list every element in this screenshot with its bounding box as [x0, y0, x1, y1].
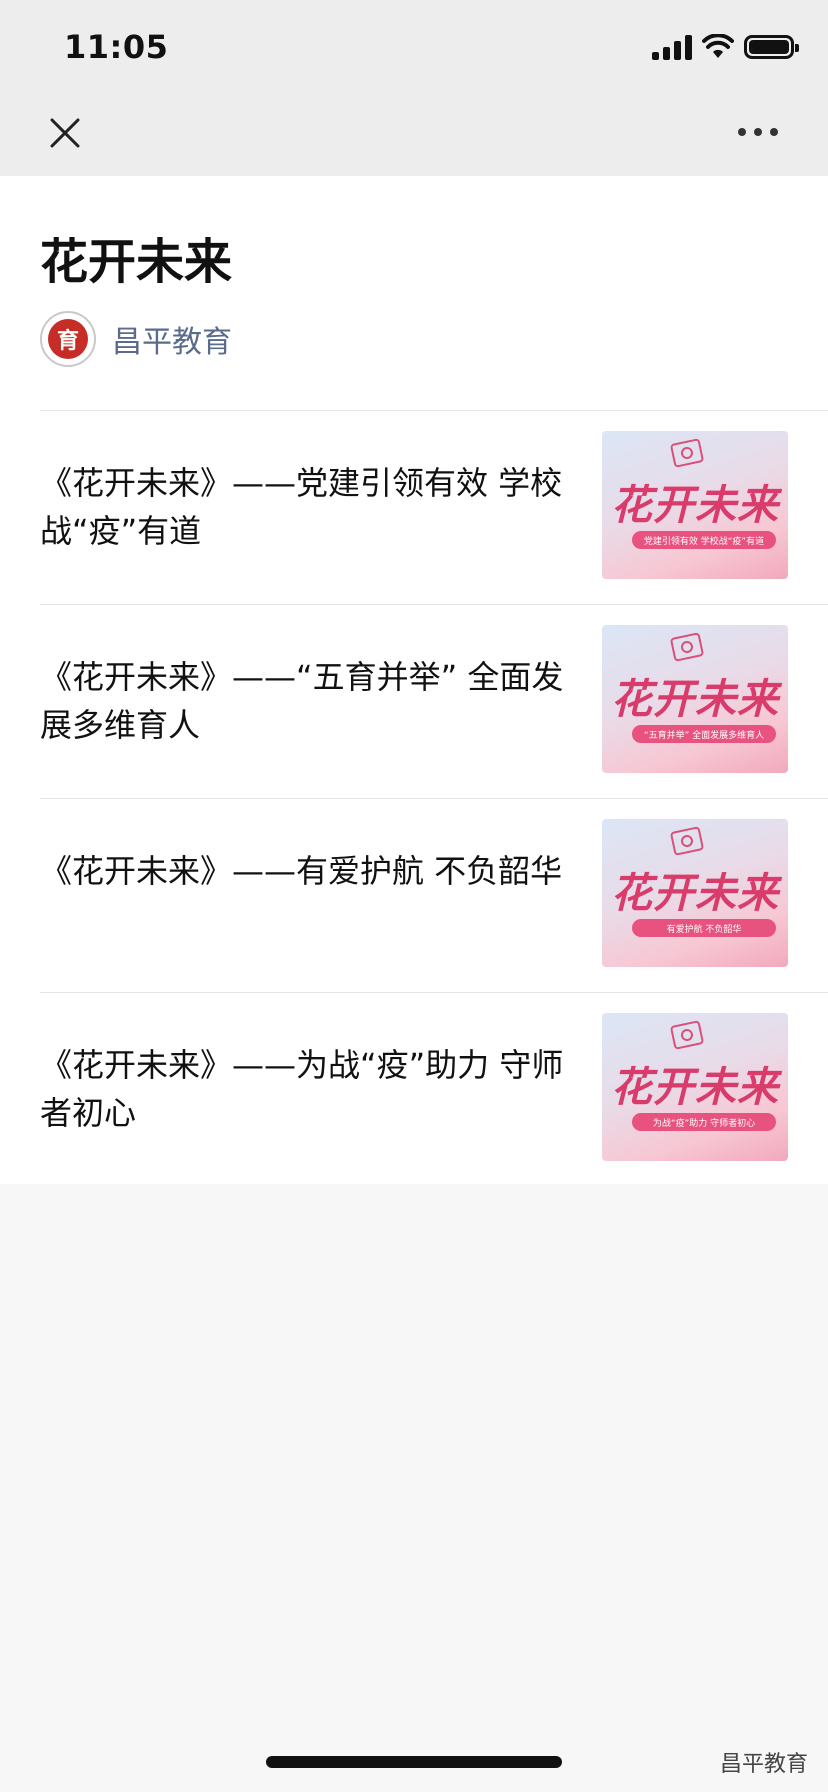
wifi-icon — [702, 34, 734, 58]
thumbnail-caption: 为战“疫”助力 守师者初心 — [632, 1113, 776, 1131]
page-title: 花开未来 — [40, 234, 233, 290]
article-thumbnail: 花开未来 党建引领有效 学校战“疫”有道 — [602, 431, 788, 579]
camera-icon — [669, 438, 705, 468]
avatar[interactable]: 育 — [40, 311, 96, 367]
thumbnail-caption: 党建引领有效 学校战“疫”有道 — [632, 531, 776, 549]
more-icon — [738, 128, 746, 136]
more-button[interactable] — [728, 112, 788, 152]
thumbnail-title: 花开未来 — [611, 481, 779, 529]
list-item[interactable]: 《花开未来》——党建引领有效 学校战“疫”有道 花开未来 党建引领有效 学校战“… — [40, 410, 828, 604]
home-indicator[interactable] — [266, 1756, 562, 1768]
article-title: 《花开未来》——为战“疫”助力 守师者初心 — [40, 1046, 564, 1132]
article-thumbnail: 花开未来 “五育并举” 全面发展多维育人 — [602, 625, 788, 773]
status-icons — [652, 34, 799, 60]
list-item[interactable]: 《花开未来》——“五育并举” 全面发展多维育人 花开未来 “五育并举” 全面发展… — [40, 604, 828, 798]
article-list: 《花开未来》——党建引领有效 学校战“疫”有道 花开未来 党建引领有效 学校战“… — [40, 410, 828, 1186]
thumbnail-title: 花开未来 — [611, 1063, 779, 1111]
close-button[interactable] — [40, 108, 90, 158]
article-title: 《花开未来》——有爱护航 不负韶华 — [40, 852, 563, 890]
status-time: 11:05 — [64, 28, 169, 66]
list-item[interactable]: 《花开未来》——为战“疫”助力 守师者初心 花开未来 为战“疫”助力 守师者初心 — [40, 992, 828, 1186]
watermark: 昌平教育 — [719, 1752, 808, 1777]
thumbnail-title: 花开未来 — [611, 869, 779, 917]
thumbnail-caption: 有爱护航 不负韶华 — [632, 919, 776, 937]
thumbnail-title: 花开未来 — [611, 675, 779, 723]
top-bar: 11:05 — [0, 0, 828, 176]
article-thumbnail: 花开未来 有爱护航 不负韶华 — [602, 819, 788, 967]
battery-icon — [744, 35, 799, 59]
camera-icon — [669, 1020, 705, 1050]
account-logo: 育 — [48, 319, 88, 359]
list-item[interactable]: 《花开未来》——有爱护航 不负韶华 花开未来 有爱护航 不负韶华 — [40, 798, 828, 992]
cellular-signal-icon — [652, 34, 692, 60]
camera-icon — [669, 826, 705, 856]
article-thumbnail: 花开未来 为战“疫”助力 守师者初心 — [602, 1013, 788, 1161]
thumbnail-caption: “五育并举” 全面发展多维育人 — [632, 725, 776, 743]
close-icon — [50, 118, 80, 148]
article-title: 《花开未来》——党建引领有效 学校战“疫”有道 — [40, 464, 563, 550]
account-row[interactable]: 育 昌平教育 — [40, 311, 232, 367]
album-content: 花开未来 育 昌平教育 《花开未来》——党建引领有效 学校战“疫”有道 花开未来… — [0, 176, 828, 1184]
article-title: 《花开未来》——“五育并举” 全面发展多维育人 — [40, 658, 564, 744]
camera-icon — [669, 632, 705, 662]
account-name[interactable]: 昌平教育 — [112, 317, 232, 361]
